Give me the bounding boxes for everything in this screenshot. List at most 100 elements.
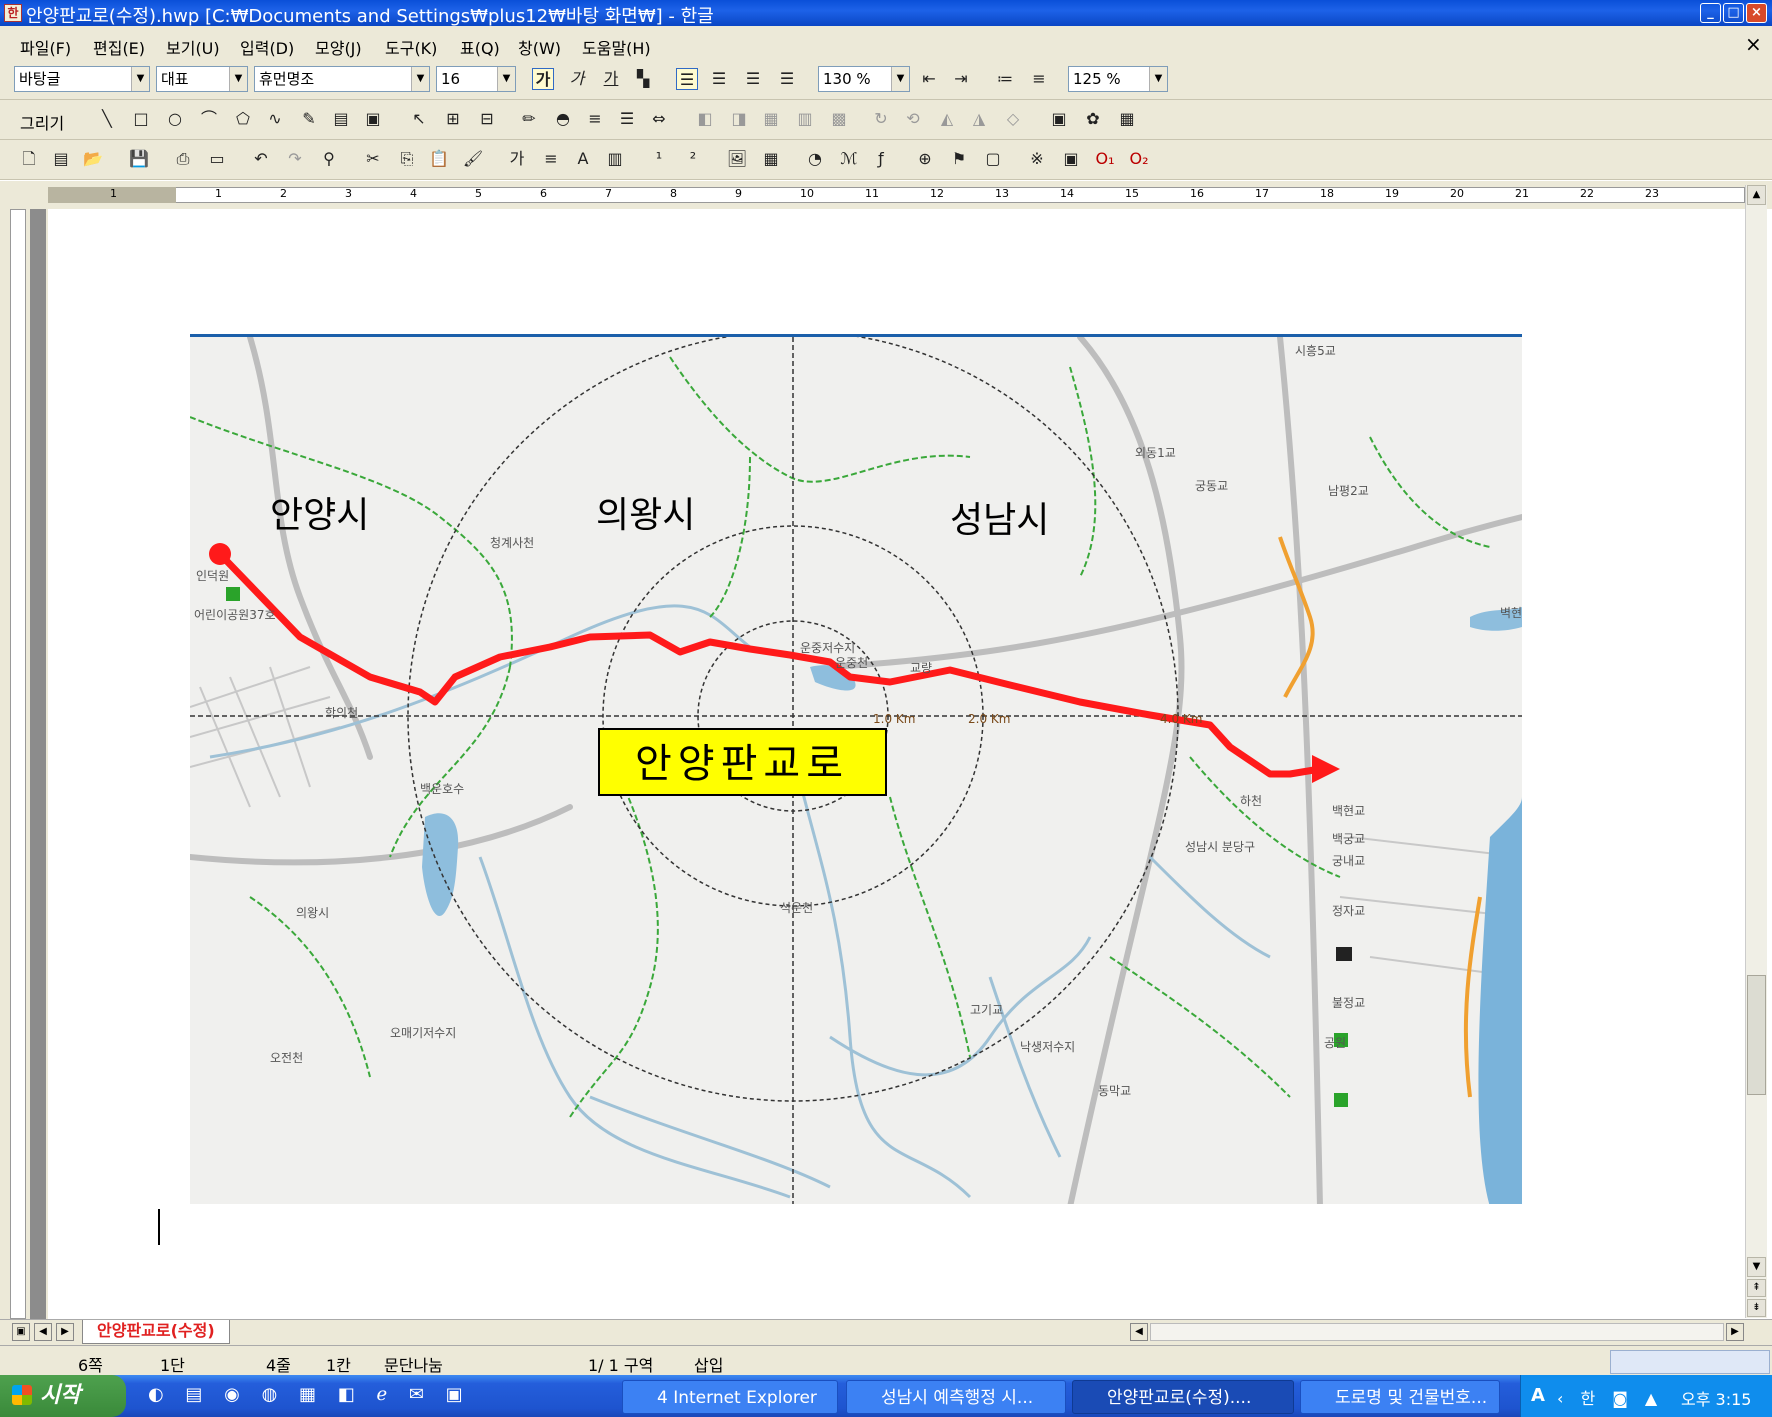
task-hwp-active[interactable]: 안양판교로(수정).... <box>1072 1380 1294 1414</box>
numbering-icon[interactable]: ≔ <box>994 68 1016 90</box>
screen-icon[interactable]: ▣ <box>1060 148 1082 170</box>
textart-icon[interactable]: ℳ <box>838 148 860 170</box>
format-painter-icon[interactable]: 🖌 <box>462 148 484 170</box>
menu-file[interactable]: 파일(F) <box>20 35 71 59</box>
line-weight-icon[interactable]: ☰ <box>616 108 638 130</box>
chevron-down-icon[interactable]: ▼ <box>411 67 429 91</box>
group-icon[interactable]: ⊞ <box>442 108 464 130</box>
find-icon[interactable]: ⚲ <box>318 148 340 170</box>
indent-icon[interactable]: ⇤ <box>918 68 940 90</box>
rotate-free-icon[interactable]: ⟲ <box>902 108 924 130</box>
copy-icon[interactable]: ⎘ <box>396 148 418 170</box>
cut-icon[interactable]: ✂ <box>362 148 384 170</box>
italic-button[interactable]: 가 <box>566 68 588 90</box>
chevron-down-icon[interactable]: ▼ <box>131 67 149 91</box>
grid-icon[interactable]: ▦ <box>1116 108 1138 130</box>
o2-icon[interactable]: O₂ <box>1128 148 1150 170</box>
bookmark-icon[interactable]: ⚑ <box>948 148 970 170</box>
scroll-down-icon[interactable]: ▼ <box>1747 1257 1766 1277</box>
task-road-name[interactable]: 도로명 및 건물번호... <box>1300 1380 1500 1414</box>
menu-format[interactable]: 모양(J) <box>315 35 362 59</box>
align-left-button[interactable]: ☰ <box>708 68 730 90</box>
style-select[interactable]: 바탕글 ▼ <box>14 66 150 92</box>
horizontal-scrollbar[interactable] <box>1150 1323 1724 1341</box>
endnote-icon[interactable]: ² <box>682 148 704 170</box>
vertical-scrollbar[interactable]: ▲ ▼ ⇞ ⇟ <box>1745 185 1767 1318</box>
align-justify-button[interactable]: ☰ <box>676 68 698 90</box>
chart-icon[interactable]: ◔ <box>804 148 826 170</box>
status-insert[interactable]: 삽입 <box>694 1352 723 1376</box>
template-icon[interactable]: ▤ <box>50 148 72 170</box>
arc-icon[interactable]: ⌒ <box>198 108 220 130</box>
insert-table-icon[interactable]: ▦ <box>760 148 782 170</box>
flip-vertical-icon[interactable]: ◮ <box>968 108 990 130</box>
char-shape-icon[interactable]: 가 <box>506 148 528 170</box>
doc-close-icon[interactable]: × <box>1745 32 1762 56</box>
save-icon[interactable]: 💾 <box>128 148 150 170</box>
close-button[interactable]: × <box>1746 3 1767 23</box>
paste-icon[interactable]: 📋 <box>428 148 450 170</box>
prev-page-icon[interactable]: ⇞ <box>1747 1279 1766 1297</box>
symbol-icon[interactable]: ※ <box>1026 148 1048 170</box>
formula-icon[interactable]: ƒ <box>870 148 892 170</box>
undo-icon[interactable]: ↶ <box>250 148 272 170</box>
chevron-down-icon[interactable]: ▼ <box>1149 67 1167 91</box>
fill-color-icon[interactable]: ◓ <box>552 108 574 130</box>
zoom-select[interactable]: 125 % ▼ <box>1068 66 1168 92</box>
rectangle-icon[interactable]: □ <box>130 108 152 130</box>
language-icon[interactable]: A <box>1531 1385 1545 1406</box>
menu-table[interactable]: 표(Q) <box>460 35 500 59</box>
image-effect-icon[interactable]: ✿ <box>1082 108 1104 130</box>
shape-edit-icon[interactable]: ◇ <box>1002 108 1024 130</box>
maximize-button[interactable]: □ <box>1723 3 1744 23</box>
hyperlink-icon[interactable]: ⊕ <box>914 148 936 170</box>
tab-prev-icon[interactable]: ◀ <box>34 1323 52 1341</box>
task-internet-explorer[interactable]: 4 Internet Explorer <box>622 1380 838 1414</box>
underline-button[interactable]: 가 <box>600 68 622 90</box>
next-page-icon[interactable]: ⇟ <box>1747 1299 1766 1317</box>
print-icon[interactable]: ⎙ <box>172 148 194 170</box>
textbox-icon[interactable]: ▤ <box>330 108 352 130</box>
scroll-thumb[interactable] <box>1747 975 1766 1095</box>
ungroup-icon[interactable]: ⊟ <box>476 108 498 130</box>
quick-launch[interactable]: ◐ ▤ ◉ ◍ ▦ ◧ ℯ ✉ ▣ <box>148 1384 471 1405</box>
redo-icon[interactable]: ↷ <box>284 148 306 170</box>
memo-icon[interactable]: ▢ <box>982 148 1004 170</box>
horizontal-ruler[interactable]: 1 1 2 3 4 5 6 7 8 9 10 11 12 13 14 15 16 17 18 19 20 21 22 23 <box>0 181 1772 209</box>
bold-button[interactable]: 가 <box>532 68 554 90</box>
columns-icon[interactable]: ▥ <box>604 148 626 170</box>
menu-view[interactable]: 보기(U) <box>166 35 220 59</box>
open-folder-icon[interactable]: 📂 <box>82 148 104 170</box>
minimize-button[interactable]: _ <box>1700 3 1721 23</box>
polygon-icon[interactable]: ⬠ <box>232 108 254 130</box>
ime-toolbar[interactable] <box>1610 1350 1770 1374</box>
send-back-icon[interactable]: ◨ <box>728 108 750 130</box>
ellipse-icon[interactable]: ○ <box>164 108 186 130</box>
hwp-app-icon[interactable]: 한 <box>4 4 22 22</box>
text-color-icon[interactable]: ▚ <box>632 68 654 90</box>
align-objects-icon[interactable]: ▦ <box>760 108 782 130</box>
new-doc-icon[interactable]: 🗋 <box>18 148 40 170</box>
menu-edit[interactable]: 편집(E) <box>93 35 145 59</box>
start-button[interactable]: 시작 <box>0 1375 126 1417</box>
flip-horizontal-icon[interactable]: ◭ <box>936 108 958 130</box>
menu-help[interactable]: 도움말(H) <box>582 35 651 59</box>
line-style-icon[interactable]: ≡ <box>584 108 606 130</box>
rotate-icon[interactable]: ↻ <box>870 108 892 130</box>
curve-icon[interactable]: ∿ <box>264 108 286 130</box>
o1-icon[interactable]: O₁ <box>1094 148 1116 170</box>
font-lang-select[interactable]: 대표 ▼ <box>156 66 248 92</box>
line-spacing-select[interactable]: 130 % ▼ <box>818 66 910 92</box>
hscroll-right-icon[interactable]: ▶ <box>1726 1323 1744 1341</box>
preview-icon[interactable]: ▭ <box>206 148 228 170</box>
object-props-icon[interactable]: ▣ <box>1048 108 1070 130</box>
document-page[interactable]: 안양시 의왕시 성남시 청계사천 운중저수지 운중천 교량 학의천 백운호수 의… <box>48 209 1745 1319</box>
scroll-up-icon[interactable]: ▲ <box>1747 185 1766 205</box>
bullet-icon[interactable]: ≡ <box>1028 68 1050 90</box>
line-color-icon[interactable]: ✏ <box>518 108 540 130</box>
menu-insert[interactable]: 입력(D) <box>240 35 294 59</box>
font-select[interactable]: 휴먼명조 ▼ <box>254 66 430 92</box>
view-mode-icon[interactable]: ▣ <box>12 1323 30 1341</box>
task-seongnam[interactable]: 성남시 예측행정 시... <box>846 1380 1066 1414</box>
draw-label[interactable]: 그리기 <box>20 110 64 134</box>
